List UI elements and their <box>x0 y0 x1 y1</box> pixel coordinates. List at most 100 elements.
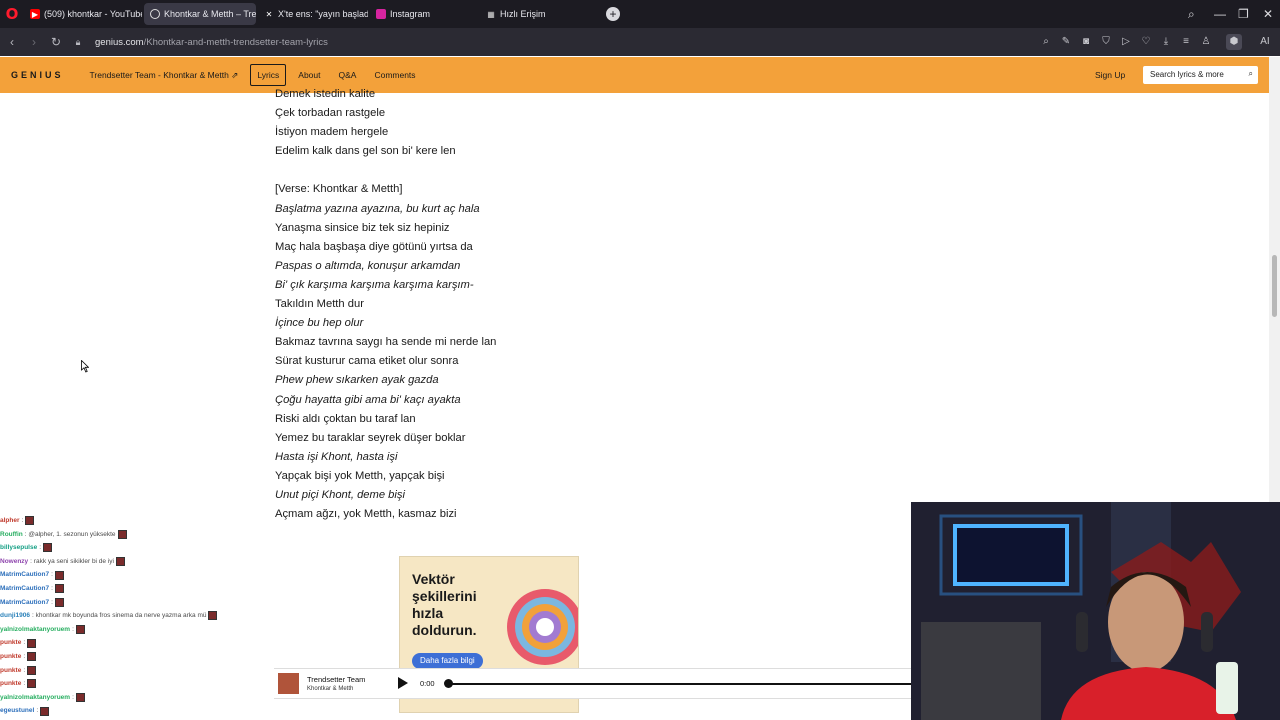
lyric-line[interactable]: Yapçak bişi yok Metth, yapçak bişi <box>275 467 795 486</box>
emote-icon <box>27 638 37 648</box>
tab-qa[interactable]: Q&A <box>333 65 363 85</box>
emote-icon <box>40 706 50 716</box>
shield-icon[interactable]: ⛉ <box>1098 34 1114 50</box>
lyric-line[interactable]: Maç hala başbaşa diye götünü yırtsa da <box>275 238 795 257</box>
chat-username[interactable]: MatrimCaution7 <box>0 596 49 610</box>
stream-chat: alpher: Rouffin: @alpher, 1. sezonun yüks… <box>0 514 272 718</box>
lyric-line[interactable]: Bakmaz tavrına saygı ha sende mi nerde l… <box>275 333 795 352</box>
progress-knob[interactable] <box>444 679 453 688</box>
tab-quick-access[interactable]: ▦ Hızlı Erişim <box>480 3 598 25</box>
lyric-line[interactable]: Hasta işi Khont, hasta işi <box>275 448 795 467</box>
lyric-line[interactable]: İstiyon madem hergele <box>275 123 795 142</box>
lyric-line[interactable]: Yemez bu taraklar seyrek düşer boklar <box>275 429 795 448</box>
lyric-line[interactable] <box>275 161 795 180</box>
tab-x[interactable]: ✕ X'te ens: "yayın başladı htt <box>258 3 368 25</box>
lyric-line[interactable]: Demek istedin kalite <box>275 85 795 104</box>
play-icon[interactable]: ▷ <box>1118 34 1134 50</box>
song-title[interactable]: Trendsetter Team - Khontkar & Metth ⇗ <box>90 70 239 81</box>
chat-username[interactable]: punkte <box>0 677 21 691</box>
chat-username[interactable]: punkte <box>0 650 21 664</box>
genius-logo[interactable]: GENIUS <box>11 70 64 80</box>
chat-text: : <box>23 680 26 688</box>
reload-icon[interactable]: ↻ <box>45 35 67 49</box>
emote-icon <box>54 597 64 607</box>
scrollbar-thumb[interactable] <box>1272 255 1277 317</box>
extensions-icon[interactable]: ⬢ <box>1226 34 1242 50</box>
tab-lyrics[interactable]: Lyrics <box>250 64 287 86</box>
chat-username[interactable]: MatrimCaution7 <box>0 582 49 596</box>
lyric-line[interactable]: Başlatma yazına ayazına, bu kurt aç hala <box>275 200 795 219</box>
chat-message: billysepulse: <box>0 541 272 555</box>
tab-genius[interactable]: Khontkar & Metth – Tren <box>144 3 256 25</box>
lyric-line[interactable]: İçince bu hep olur <box>275 314 795 333</box>
tab-youtube[interactable]: ▶ (509) khontkar - YouTube <box>24 3 142 25</box>
lyric-line[interactable]: Çoğu hayatta gibi ama bi' kaçı ayakta <box>275 391 795 410</box>
tab-label: Instagram <box>390 9 431 19</box>
close-window-icon[interactable]: ✕ <box>1263 0 1273 28</box>
genius-icon <box>150 9 160 19</box>
chat-username[interactable]: yalnizolmaktanyoruem <box>0 623 70 637</box>
menu-icon[interactable]: ≡ <box>1178 34 1194 50</box>
lyric-line[interactable]: Yanaşma sinsice biz tek siz hepiniz <box>275 219 795 238</box>
ad-button[interactable]: Daha fazla bilgi <box>412 653 483 669</box>
chat-username[interactable]: Nowenzy <box>0 555 28 569</box>
lyric-line[interactable]: Çek torbadan rastgele <box>275 104 795 123</box>
tab-comments[interactable]: Comments <box>368 65 421 85</box>
emote-icon <box>75 625 85 635</box>
tab-instagram[interactable]: Instagram <box>370 3 478 25</box>
play-icon[interactable] <box>398 677 408 689</box>
ad-headline: Vektör şekillerini hızla doldurun. <box>412 571 477 638</box>
ad-illustration <box>507 589 578 665</box>
chat-username[interactable]: alpher <box>0 514 20 528</box>
minimize-icon[interactable]: — <box>1214 0 1226 28</box>
search-tabs-icon[interactable]: ⌕ <box>1188 0 1195 28</box>
search-icon[interactable]: ⌕ <box>1249 69 1253 79</box>
download-icon[interactable]: ⤓ <box>1158 34 1174 50</box>
search-placeholder: Search lyrics & more <box>1150 70 1224 79</box>
chat-text: : <box>51 571 53 579</box>
lyric-line[interactable]: Edelim kalk dans gel son bi' kere len <box>275 142 795 161</box>
chat-message: egeustunel: <box>0 704 272 718</box>
chat-text: : <box>21 517 24 524</box>
opera-logo-icon[interactable]: O <box>0 0 24 28</box>
heart-icon[interactable]: ♡ <box>1138 34 1154 50</box>
edit-icon[interactable]: ✎ <box>1058 34 1074 50</box>
back-icon[interactable]: ‹ <box>1 35 23 49</box>
lyric-line[interactable]: [Verse: Khontkar & Metth] <box>275 180 795 199</box>
camera-icon[interactable]: ◙ <box>1078 34 1094 50</box>
album-cover[interactable] <box>278 673 299 694</box>
chat-username[interactable]: Rouffin <box>0 528 23 542</box>
chat-username[interactable]: dunji1906 <box>0 609 30 623</box>
lyric-line[interactable]: Riski aldı çoktan bu taraf lan <box>275 410 795 429</box>
emote-icon <box>25 516 35 526</box>
lyric-line[interactable]: Sürat kusturur cama etiket olur sonra <box>275 352 795 371</box>
tab-about[interactable]: About <box>292 65 326 85</box>
emote-icon <box>208 611 218 621</box>
profile-icon[interactable]: ♙ <box>1198 34 1214 50</box>
chat-username[interactable]: punkte <box>0 664 21 678</box>
sign-up-link[interactable]: Sign Up <box>1095 70 1125 80</box>
chat-username[interactable]: punkte <box>0 636 21 650</box>
forward-icon[interactable]: › <box>23 35 45 49</box>
chat-text: : <box>39 544 42 552</box>
restore-icon[interactable]: ❐ <box>1238 0 1249 28</box>
chat-username[interactable]: yalnizolmaktanyoruem <box>0 691 70 705</box>
new-tab-plus-icon[interactable]: + <box>606 7 620 21</box>
chat-username[interactable]: egeustunel <box>0 704 34 718</box>
tab-label: Hızlı Erişim <box>500 9 546 19</box>
url-field[interactable]: genius.com/Khontkar-and-metth-trendsette… <box>95 37 328 48</box>
lyric-line[interactable]: Phew phew sıkarken ayak gazda <box>275 371 795 390</box>
lyric-line[interactable]: Bi' çık karşıma karşıma karşıma karşım- <box>275 276 795 295</box>
lyric-line[interactable]: Takıldın Metth dur <box>275 295 795 314</box>
search-input[interactable]: Search lyrics & more ⌕ <box>1143 66 1258 84</box>
chat-username[interactable]: billysepulse <box>0 541 37 555</box>
progress-track[interactable] <box>447 683 911 685</box>
lyric-line[interactable]: Paspas o altımda, konuşur arkamdan <box>275 257 795 276</box>
ai-icon[interactable]: AI <box>1254 34 1276 50</box>
emote-icon <box>43 543 53 553</box>
search-icon[interactable]: ⌕ <box>1038 34 1054 50</box>
chat-username[interactable]: MatrimCaution7 <box>0 568 49 582</box>
grid-icon: ▦ <box>487 9 495 19</box>
lyric-line[interactable]: Açmam ağzı, yok Metth, kasmaz bizi <box>275 505 795 524</box>
lyric-line[interactable]: Unut piçi Khont, deme bişi <box>275 486 795 505</box>
